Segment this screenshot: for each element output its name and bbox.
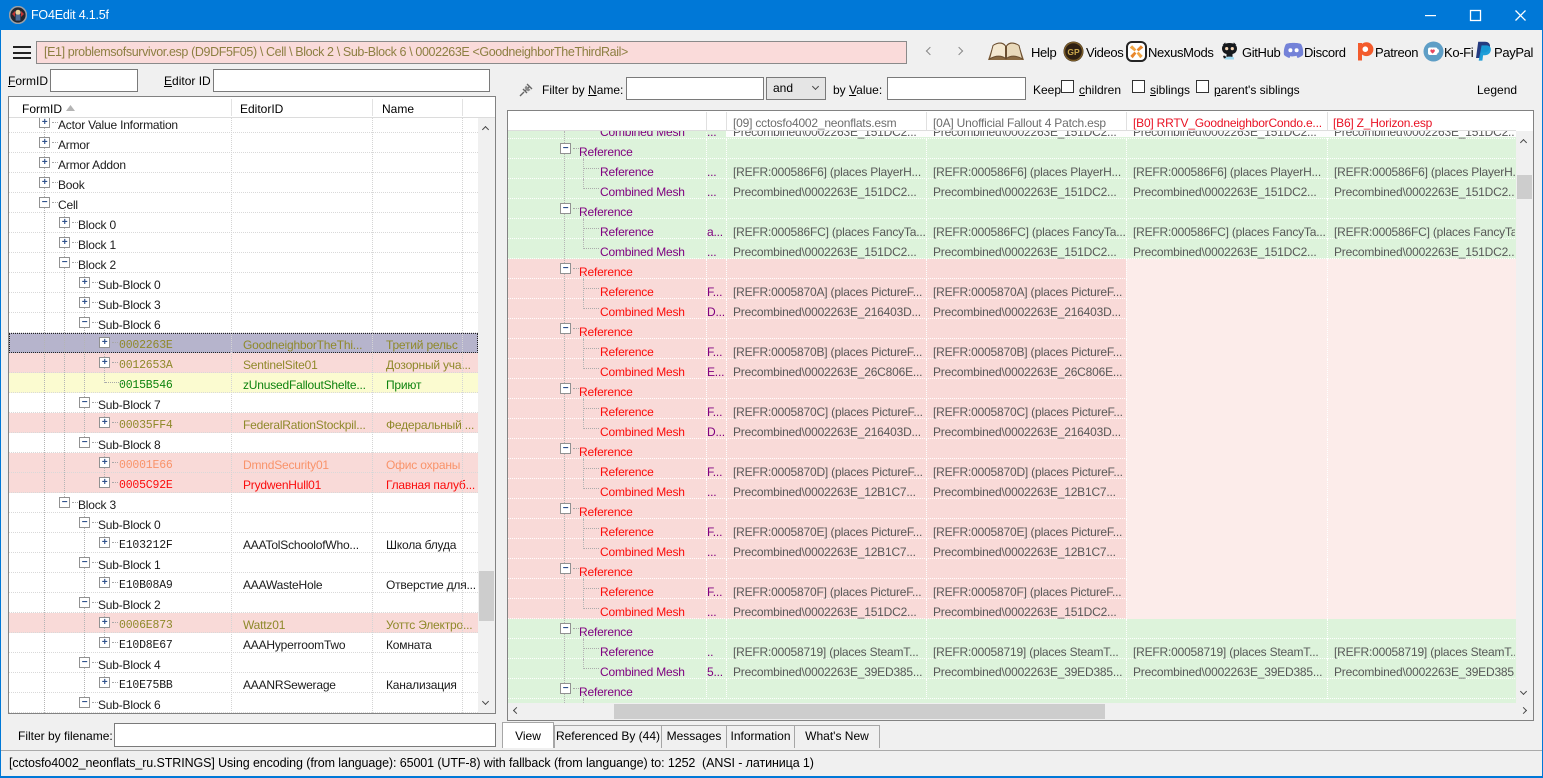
svg-text:GP: GP bbox=[1067, 47, 1080, 57]
